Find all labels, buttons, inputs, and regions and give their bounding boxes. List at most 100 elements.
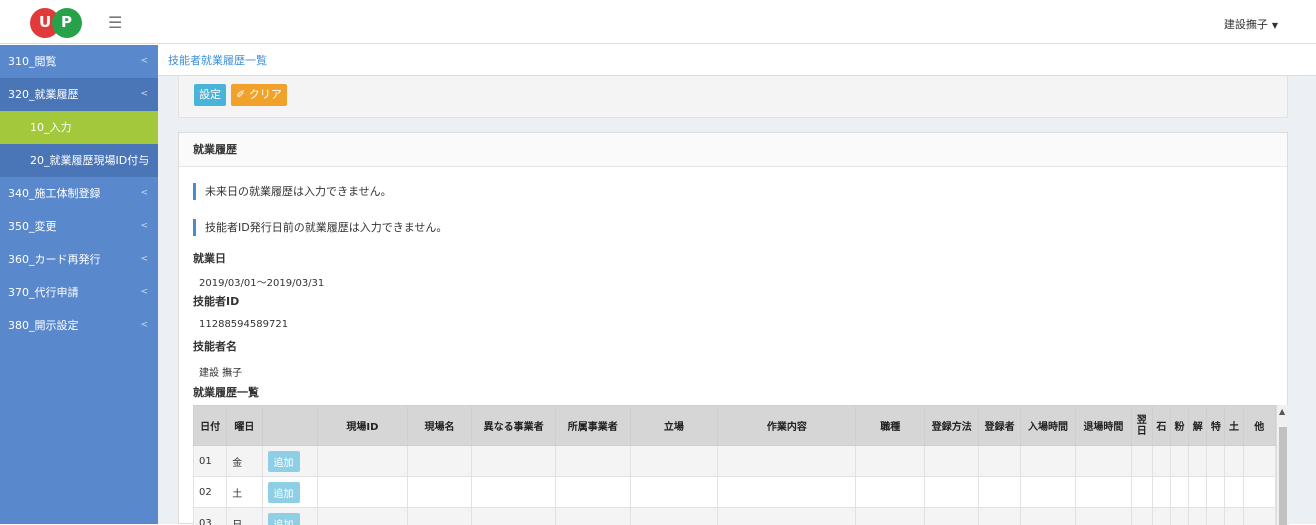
cell-demolition <box>1189 477 1207 508</box>
cell-other <box>1243 446 1275 477</box>
history-table-container: 日付 曜日 現場ID 現場名 異なる事業者 所属事業者 立場 作業内容 職種 登… <box>193 405 1289 525</box>
sidebar-item-label: 310_閲覧 <box>8 55 57 68</box>
setting-button[interactable]: 設定 <box>194 84 226 106</box>
cell-special <box>1207 477 1225 508</box>
cell-stone <box>1152 446 1170 477</box>
col-header-weekday: 曜日 <box>227 406 262 446</box>
caret-down-icon: ▼ <box>1272 21 1278 30</box>
cell-date: 02 <box>194 477 227 508</box>
cell-date: 03 <box>194 508 227 525</box>
sidebar-item-proxy-application[interactable]: 370_代行申請 < <box>0 276 158 309</box>
col-header-site-name: 現場名 <box>407 406 472 446</box>
sidebar-item-label: 380_開示設定 <box>8 319 79 332</box>
chevron-left-icon: < <box>140 276 148 309</box>
chevron-left-icon: < <box>140 243 148 276</box>
cell-weekday: 日 <box>227 508 262 525</box>
cell-other-company <box>472 477 556 508</box>
cell-work-content <box>718 477 856 508</box>
sidebar-item-view[interactable]: 310_閲覧 < <box>0 45 158 78</box>
worker-name-value: 建設 撫子 <box>199 364 242 379</box>
col-header-special: 特 <box>1207 406 1225 446</box>
sidebar-item-label: 360_カード再発行 <box>8 253 101 266</box>
cell-work-content <box>718 446 856 477</box>
cell-position <box>630 446 718 477</box>
chevron-left-icon: < <box>140 177 148 210</box>
cell-date: 01 <box>194 446 227 477</box>
cell-site-name <box>407 446 472 477</box>
cell-dust <box>1170 477 1188 508</box>
col-header-entry-time: 入場時間 <box>1020 406 1075 446</box>
table-header-row: 日付 曜日 現場ID 現場名 異なる事業者 所属事業者 立場 作業内容 職種 登… <box>194 406 1276 446</box>
col-header-position: 立場 <box>630 406 718 446</box>
sidebar-item-change[interactable]: 350_変更 < <box>0 210 158 243</box>
cell-job-type <box>856 508 925 525</box>
scroll-up-icon[interactable]: ▲ <box>1279 407 1285 416</box>
cell-entry-time <box>1020 508 1075 525</box>
logo[interactable]: U P <box>30 5 90 39</box>
col-header-other-company: 異なる事業者 <box>472 406 556 446</box>
panel-title: 就業履歴 <box>179 133 1287 167</box>
col-header-work-content: 作業内容 <box>718 406 856 446</box>
col-header-job-type: 職種 <box>856 406 925 446</box>
cell-affiliated-company <box>555 446 630 477</box>
sidebar-item-card-reissue[interactable]: 360_カード再発行 < <box>0 243 158 276</box>
cell-dust <box>1170 508 1188 525</box>
worker-id-value: 11288594589721 <box>199 319 288 330</box>
cell-registrant <box>979 508 1020 525</box>
sidebar-item-work-history[interactable]: 320_就業履歴 < <box>0 78 158 111</box>
cell-weekday: 金 <box>227 446 262 477</box>
user-menu[interactable]: 建設撫子▼ <box>1224 16 1278 32</box>
chevron-left-icon: < <box>140 45 148 78</box>
sidebar-item-construction-registration[interactable]: 340_施工体制登録 < <box>0 177 158 210</box>
cell-other-company <box>472 508 556 525</box>
sidebar-subitem-site-id-assign[interactable]: 20_就業履歴現場ID付与 <box>0 144 158 177</box>
toolbar-panel: 設定 ✐ クリア <box>178 76 1288 118</box>
col-header-site-id: 現場ID <box>318 406 408 446</box>
cell-job-type <box>856 477 925 508</box>
breadcrumb[interactable]: 技能者就業履歴一覧 <box>158 45 1316 76</box>
add-button[interactable]: 追加 <box>268 482 300 503</box>
chevron-left-icon: < <box>140 78 148 111</box>
cell-job-type <box>856 446 925 477</box>
cell-registration-method <box>924 446 978 477</box>
cell-action: 追加 <box>262 508 317 525</box>
cell-stone <box>1152 477 1170 508</box>
scrollbar-thumb[interactable] <box>1279 427 1287 525</box>
cell-site-id <box>318 446 408 477</box>
add-button[interactable]: 追加 <box>268 451 300 472</box>
main-content: 設定 ✐ クリア 就業履歴 未来日の就業履歴は入力できません。 技能者ID発行日… <box>158 76 1316 524</box>
cell-affiliated-company <box>555 477 630 508</box>
col-header-soil: 土 <box>1225 406 1243 446</box>
cell-special <box>1207 446 1225 477</box>
chevron-left-icon: < <box>140 210 148 243</box>
cell-other-company <box>472 446 556 477</box>
cell-exit-time <box>1076 477 1131 508</box>
cell-next-day <box>1131 508 1152 525</box>
table-scrollbar[interactable]: ▲ <box>1276 405 1289 525</box>
cell-registrant <box>979 446 1020 477</box>
work-history-panel: 就業履歴 未来日の就業履歴は入力できません。 技能者ID発行日前の就業履歴は入力… <box>178 132 1288 524</box>
col-header-date: 日付 <box>194 406 227 446</box>
cell-special <box>1207 508 1225 525</box>
top-bar: U P ☰ 建設撫子▼ <box>0 0 1316 44</box>
cell-dust <box>1170 446 1188 477</box>
sidebar-subitem-input[interactable]: 10_入力 <box>0 111 158 144</box>
sidebar-item-label: 350_変更 <box>8 220 57 233</box>
hamburger-icon[interactable]: ☰ <box>108 13 122 32</box>
col-header-dust: 粉 <box>1170 406 1188 446</box>
sidebar-item-label: 340_施工体制登録 <box>8 187 101 200</box>
cell-site-name <box>407 477 472 508</box>
sidebar-item-label: 20_就業履歴現場ID付与 <box>30 154 149 167</box>
sidebar-item-label: 10_入力 <box>30 121 72 134</box>
work-date-label: 就業日 <box>193 250 226 266</box>
sidebar-item-label: 320_就業履歴 <box>8 88 79 101</box>
clear-button[interactable]: ✐ クリア <box>231 84 287 106</box>
cell-action: 追加 <box>262 477 317 508</box>
add-button[interactable]: 追加 <box>268 513 300 525</box>
sidebar-item-disclosure-settings[interactable]: 380_開示設定 < <box>0 309 158 342</box>
cell-next-day <box>1131 446 1152 477</box>
table-row: 03 日 追加 <box>194 508 1276 525</box>
col-header-other: 他 <box>1243 406 1275 446</box>
cell-work-content <box>718 508 856 525</box>
col-header-stone: 石 <box>1152 406 1170 446</box>
